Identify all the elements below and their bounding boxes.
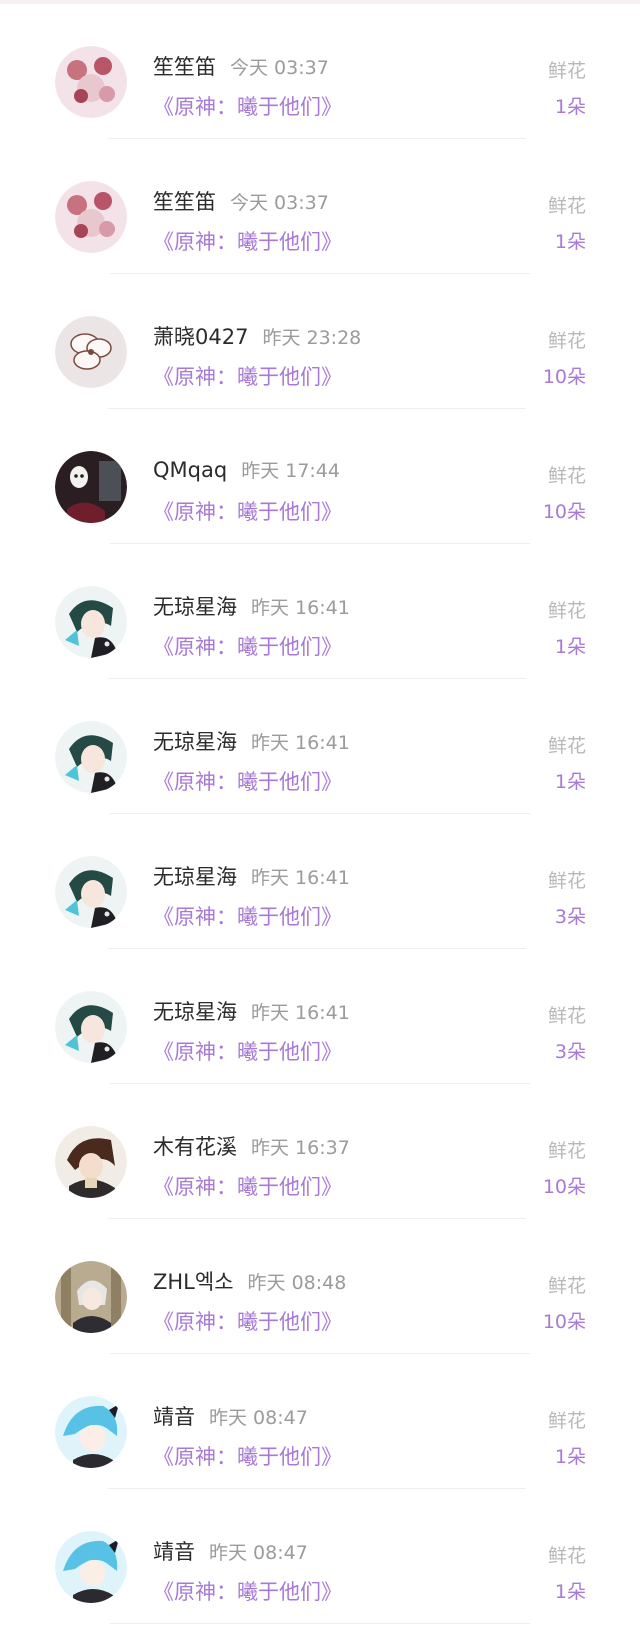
work-title-link[interactable]: 《原神：曦于他们》 <box>153 496 342 526</box>
gift-count: 1朵 <box>554 231 586 253</box>
avatar-blue-hair-anime-icon[interactable] <box>55 1531 127 1603</box>
list-item[interactable]: 无琼星海 昨天 16:41 《原神：曦于他们》 鲜花 3朵 <box>0 949 640 1084</box>
gift-count: 10朵 <box>542 366 586 388</box>
timestamp: 昨天 16:41 <box>251 732 350 754</box>
work-title-link[interactable]: 《原神：曦于他们》 <box>153 1576 342 1606</box>
list-item[interactable]: 靖音 昨天 08:47 《原神：曦于他们》 鲜花 1朵 <box>0 1354 640 1489</box>
avatar-green-hair-anime-icon[interactable] <box>55 856 127 928</box>
work-title-link[interactable]: 《原神：曦于他们》 <box>153 91 342 121</box>
gift-count: 1朵 <box>554 771 586 793</box>
list-item[interactable]: ZHL엑소 昨天 08:48 《原神：曦于他们》 鲜花 10朵 <box>0 1219 640 1354</box>
gift-type-label: 鲜花 <box>547 1140 586 1162</box>
user-name[interactable]: 靖音 <box>153 1405 195 1429</box>
work-title-link[interactable]: 《原神：曦于他们》 <box>153 1441 342 1471</box>
timestamp: 今天 03:37 <box>230 57 329 79</box>
avatar-brown-hair-anime-icon[interactable] <box>55 1126 127 1198</box>
list-item[interactable]: 萧晓0427 昨天 23:28 《原神：曦于他们》 鲜花 10朵 <box>0 274 640 409</box>
gift-count: 10朵 <box>542 1311 586 1333</box>
user-name[interactable]: 靖音 <box>153 1540 195 1564</box>
gift-count: 3朵 <box>554 1041 586 1063</box>
work-title-link[interactable]: 《原神：曦于他们》 <box>153 1306 342 1336</box>
timestamp: 昨天 16:41 <box>251 1002 350 1024</box>
gift-count: 1朵 <box>554 1446 586 1468</box>
gift-type-label: 鲜花 <box>547 1545 586 1567</box>
avatar-green-hair-anime-icon[interactable] <box>55 586 127 658</box>
gift-type-label: 鲜花 <box>547 1410 586 1432</box>
avatar-silver-hair-anime-icon[interactable] <box>55 1261 127 1333</box>
gift-count: 10朵 <box>542 501 586 523</box>
user-name[interactable]: 无琼星海 <box>153 1000 237 1024</box>
timestamp: 昨天 23:28 <box>262 327 362 349</box>
gift-type-label: 鲜花 <box>547 60 586 82</box>
list-item[interactable]: 无琼星海 昨天 16:41 《原神：曦于他们》 鲜花 1朵 <box>0 679 640 814</box>
user-name[interactable]: 笙笙笛 <box>153 190 216 214</box>
list-item[interactable]: 无琼星海 昨天 16:41 《原神：曦于他们》 鲜花 3朵 <box>0 814 640 949</box>
avatar-green-hair-anime-icon[interactable] <box>55 991 127 1063</box>
divider <box>110 1623 530 1624</box>
timestamp: 昨天 08:47 <box>209 1407 308 1429</box>
user-name[interactable]: 无琼星海 <box>153 865 237 889</box>
user-name[interactable]: QMqaq <box>153 458 227 482</box>
gift-count: 1朵 <box>554 96 586 118</box>
work-title-link[interactable]: 《原神：曦于他们》 <box>153 631 342 661</box>
gift-record-list: 笙笙笛 今天 03:37 《原神：曦于他们》 鲜花 1朵 笙笙笛 今天 03:37 … <box>0 4 640 1624</box>
gift-type-label: 鲜花 <box>547 465 586 487</box>
user-name[interactable]: 无琼星海 <box>153 730 237 754</box>
work-title-link[interactable]: 《原神：曦于他们》 <box>153 361 342 391</box>
timestamp: 昨天 16:41 <box>251 597 350 619</box>
list-item[interactable]: 无琼星海 昨天 16:41 《原神：曦于他们》 鲜花 1朵 <box>0 544 640 679</box>
work-title-link[interactable]: 《原神：曦于他们》 <box>153 226 342 256</box>
avatar-mask-icon[interactable] <box>55 451 127 523</box>
gift-type-label: 鲜花 <box>547 600 586 622</box>
gift-count: 3朵 <box>554 906 586 928</box>
user-name[interactable]: 萧晓0427 <box>153 325 248 349</box>
list-item[interactable]: QMqaq 昨天 17:44 《原神：曦于他们》 鲜花 10朵 <box>0 409 640 544</box>
gift-count: 1朵 <box>554 636 586 658</box>
gift-type-label: 鲜花 <box>547 870 586 892</box>
list-item[interactable]: 笙笙笛 今天 03:37 《原神：曦于他们》 鲜花 1朵 <box>0 4 640 139</box>
user-name[interactable]: 无琼星海 <box>153 595 237 619</box>
user-name[interactable]: 笙笙笛 <box>153 55 216 79</box>
work-title-link[interactable]: 《原神：曦于他们》 <box>153 1036 342 1066</box>
timestamp: 昨天 16:41 <box>251 867 350 889</box>
user-name[interactable]: 木有花溪 <box>153 1135 237 1159</box>
avatar-pink-anime-icon[interactable] <box>55 46 127 118</box>
timestamp: 昨天 16:37 <box>251 1137 350 1159</box>
avatar-pink-anime-icon[interactable] <box>55 181 127 253</box>
timestamp: 昨天 08:48 <box>247 1272 347 1294</box>
gift-count: 1朵 <box>554 1581 586 1603</box>
timestamp: 昨天 08:47 <box>209 1542 308 1564</box>
gift-type-label: 鲜花 <box>547 330 586 352</box>
gift-count: 10朵 <box>542 1176 586 1198</box>
work-title-link[interactable]: 《原神：曦于他们》 <box>153 1171 342 1201</box>
work-title-link[interactable]: 《原神：曦于他们》 <box>153 901 342 931</box>
gift-type-label: 鲜花 <box>547 1005 586 1027</box>
avatar-flower-icon[interactable] <box>55 316 127 388</box>
work-title-link[interactable]: 《原神：曦于他们》 <box>153 766 342 796</box>
timestamp: 今天 03:37 <box>230 192 329 214</box>
avatar-blue-hair-anime-icon[interactable] <box>55 1396 127 1468</box>
user-name[interactable]: ZHL엑소 <box>153 1270 234 1294</box>
gift-type-label: 鲜花 <box>547 1275 586 1297</box>
timestamp: 昨天 17:44 <box>241 460 340 482</box>
list-item[interactable]: 木有花溪 昨天 16:37 《原神：曦于他们》 鲜花 10朵 <box>0 1084 640 1219</box>
list-item[interactable]: 笙笙笛 今天 03:37 《原神：曦于他们》 鲜花 1朵 <box>0 139 640 274</box>
gift-type-label: 鲜花 <box>547 195 586 217</box>
gift-type-label: 鲜花 <box>547 735 586 757</box>
avatar-green-hair-anime-icon[interactable] <box>55 721 127 793</box>
list-item[interactable]: 靖音 昨天 08:47 《原神：曦于他们》 鲜花 1朵 <box>0 1489 640 1624</box>
